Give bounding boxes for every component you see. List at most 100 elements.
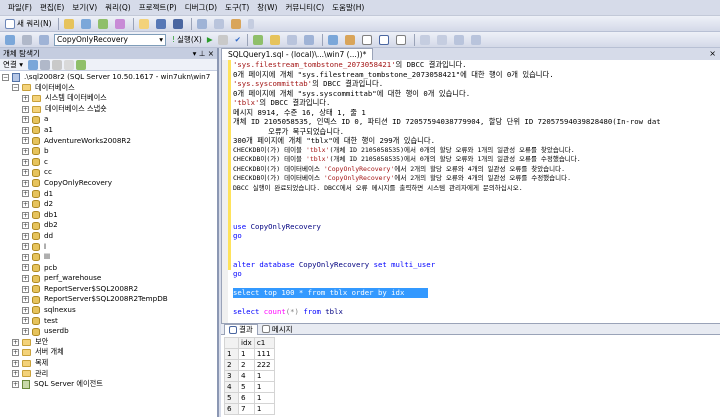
xmla-query-button[interactable]	[113, 17, 129, 31]
menu-file[interactable]: 파일(F)	[4, 0, 36, 16]
tab-sqlquery1[interactable]: SQLQuery1.sql - (local)\...\win7 (...))*	[221, 48, 374, 60]
expand-icon[interactable]: +	[22, 190, 29, 198]
expand-icon[interactable]: +	[22, 200, 29, 208]
cell-c1[interactable]: 1	[253, 403, 275, 415]
increase-indent-button[interactable]	[469, 33, 485, 47]
db-engine-query-button[interactable]	[62, 17, 78, 31]
table-row[interactable]: 561	[224, 392, 275, 404]
cancel-query-button[interactable]	[216, 33, 232, 47]
expand-icon[interactable]: +	[22, 169, 29, 177]
expand-icon[interactable]: +	[22, 243, 29, 251]
expand-icon[interactable]: +	[22, 296, 29, 304]
refresh-icon[interactable]	[75, 59, 86, 70]
column-header-idx[interactable]: idx	[238, 337, 255, 349]
expand-icon[interactable]: +	[22, 306, 29, 314]
expand-icon[interactable]: +	[22, 232, 29, 240]
connect-button[interactable]	[3, 33, 19, 47]
expand-icon[interactable]: +	[22, 328, 29, 336]
debug-button[interactable]: ▶	[205, 33, 215, 47]
uncomment-button[interactable]	[435, 33, 451, 47]
expand-icon[interactable]: +	[22, 253, 29, 261]
close-icon[interactable]: ×	[208, 49, 214, 58]
expand-icon[interactable]: +	[22, 147, 29, 155]
menu-community[interactable]: 커뮤니티(C)	[281, 0, 328, 16]
tree-node-database[interactable]: + userdb	[0, 326, 217, 337]
expand-icon[interactable]: +	[22, 211, 29, 219]
cell-idx[interactable]: 1	[238, 348, 255, 360]
toolbox-button[interactable]	[229, 17, 245, 31]
tree-node-agent[interactable]: + SQL Server 에이전트	[0, 379, 217, 390]
disconnect-button[interactable]	[20, 33, 36, 47]
cell-idx[interactable]: 4	[238, 370, 255, 382]
tree-node-database[interactable]: + db1	[0, 210, 217, 221]
tree-node-database[interactable]: + c	[0, 157, 217, 168]
expand-icon[interactable]: +	[22, 126, 29, 134]
cell-c1[interactable]: 222	[253, 359, 275, 371]
tree-node-folder[interactable]: + 관리	[0, 369, 217, 380]
tree-node-database[interactable]: + a1	[0, 125, 217, 136]
tree-node-folder[interactable]: + 복제	[0, 358, 217, 369]
tree-node-databases[interactable]: − 데이터베이스	[0, 83, 217, 94]
menu-project[interactable]: 프로젝트(P)	[135, 0, 181, 16]
table-row[interactable]: 671	[224, 403, 275, 415]
tree-node-server[interactable]: − .\sql2008r2 (SQL Server 10.50.1617 - w…	[0, 72, 217, 83]
tree-node-folder[interactable]: + 보안	[0, 337, 217, 348]
cell-idx[interactable]: 6	[238, 392, 255, 404]
expand-icon[interactable]: +	[22, 264, 29, 272]
tree-node-database[interactable]: + ReportServer$SQL2008R2	[0, 284, 217, 295]
results-grid[interactable]: idx c1 1 1 111 2 2 222 3 4 1 4 5 1 5 6 1 6 7 1	[224, 337, 275, 415]
collapse-icon[interactable]: −	[2, 73, 9, 81]
query-editor[interactable]: 'sys.filestream_tombstone_2073058421'의 D…	[221, 60, 720, 323]
cell-c1[interactable]: 111	[253, 348, 275, 360]
results-to-text-button[interactable]	[360, 33, 376, 47]
tree-node-database[interactable]: + perf_warehouse	[0, 273, 217, 284]
parse-button[interactable]: ✔	[233, 33, 243, 47]
open-button[interactable]	[137, 17, 153, 31]
database-select[interactable]: CopyOnlyRecovery ▾	[54, 33, 166, 46]
table-row[interactable]: 2 2 222	[224, 359, 275, 371]
tab-messages[interactable]: 메시지	[258, 324, 297, 335]
properties-button[interactable]	[212, 17, 228, 31]
expand-icon[interactable]: +	[22, 179, 29, 187]
table-row[interactable]: 341	[224, 370, 275, 382]
tree-node-database[interactable]: + AdventureWorks2008R2	[0, 136, 217, 147]
new-query-button[interactable]: 새 쿼리(N)	[3, 17, 54, 31]
cell-c1[interactable]: 1	[253, 370, 275, 382]
expand-icon[interactable]: +	[22, 105, 29, 113]
save-all-button[interactable]	[171, 17, 187, 31]
tree-node-database[interactable]: + db2	[0, 220, 217, 231]
table-row[interactable]: 451	[224, 381, 275, 393]
menu-window[interactable]: 창(W)	[253, 0, 281, 16]
cell-c1[interactable]: 1	[253, 392, 275, 404]
expand-icon[interactable]: +	[22, 116, 29, 124]
collapse-icon[interactable]: −	[12, 84, 19, 92]
save-button[interactable]	[154, 17, 170, 31]
intellisense-button[interactable]	[302, 33, 318, 47]
menu-debug[interactable]: 디버그(D)	[181, 0, 221, 16]
cell-c1[interactable]: 1	[253, 381, 275, 393]
connect-server-icon[interactable]	[27, 59, 38, 70]
table-row[interactable]: 1 1 111	[224, 348, 275, 360]
change-connection-button[interactable]	[37, 33, 53, 47]
tree-node-folder[interactable]: + 서버 개체	[0, 347, 217, 358]
autohide-icon[interactable]: ⊥	[199, 49, 206, 58]
tree-node-database[interactable]: + sqlnexus	[0, 305, 217, 316]
menu-tools[interactable]: 도구(T)	[221, 0, 253, 16]
overflow-button[interactable]	[246, 17, 258, 31]
query-designer-button[interactable]	[268, 33, 284, 47]
expand-icon[interactable]: +	[12, 349, 19, 357]
expand-icon[interactable]: +	[22, 222, 29, 230]
disconnect-server-icon[interactable]	[39, 59, 50, 70]
cell-idx[interactable]: 7	[238, 403, 255, 415]
expand-icon[interactable]: +	[22, 285, 29, 293]
analysis-query-button[interactable]	[79, 17, 95, 31]
execute-button[interactable]: ! 실행(X)	[170, 33, 204, 47]
tree-node-database[interactable]: + l	[0, 242, 217, 253]
display-plan-button[interactable]	[251, 33, 267, 47]
expand-icon[interactable]: +	[12, 338, 19, 346]
tree-node-database[interactable]: + b	[0, 146, 217, 157]
menu-edit[interactable]: 편집(E)	[36, 0, 68, 16]
pin-icon[interactable]: ▾	[193, 49, 197, 58]
specify-values-button[interactable]	[285, 33, 301, 47]
expand-icon[interactable]: +	[12, 381, 19, 389]
